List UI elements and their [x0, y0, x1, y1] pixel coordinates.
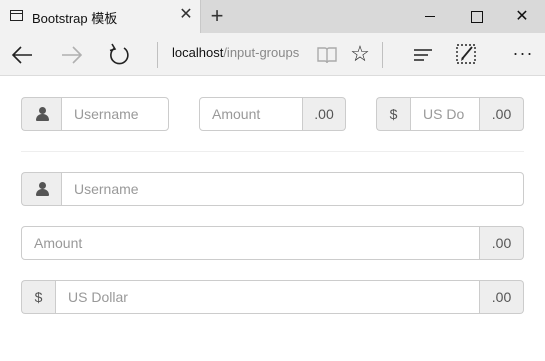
maximize-button[interactable]	[453, 0, 499, 33]
section-divider	[21, 151, 524, 152]
username-input-group	[21, 172, 524, 206]
url-path: /input-groups	[223, 45, 300, 60]
minimize-button[interactable]	[407, 0, 453, 33]
web-note-icon[interactable]	[454, 42, 478, 66]
window-close-button[interactable]: ✕	[499, 0, 545, 33]
reading-view-icon[interactable]	[315, 43, 339, 67]
more-menu-icon[interactable]: ···	[508, 39, 538, 67]
amount-input[interactable]	[21, 226, 480, 260]
decimal-addon: .00	[480, 280, 524, 314]
hub-icon[interactable]	[410, 43, 436, 67]
amount-input[interactable]	[199, 97, 303, 131]
amount-input-group-small: .00	[199, 97, 346, 131]
user-icon	[21, 97, 61, 131]
browser-tab[interactable]: Bootstrap 模板 ✕	[0, 0, 201, 33]
title-bar: Bootstrap 模板 ✕ + ✕	[0, 0, 545, 33]
url-host: localhost	[172, 45, 224, 60]
dollar-addon: $	[376, 97, 410, 131]
decimal-addon: .00	[480, 226, 524, 260]
toolbar-divider	[157, 42, 158, 68]
back-arrow-icon[interactable]	[8, 41, 38, 69]
username-input-group-small	[21, 97, 169, 131]
dollar-addon: $	[21, 280, 55, 314]
usd-input[interactable]	[410, 97, 480, 131]
page-icon	[10, 10, 23, 21]
tab-close-icon[interactable]: ✕	[178, 6, 194, 24]
user-icon	[21, 172, 61, 206]
usd-input-group: $ .00	[21, 280, 524, 314]
new-tab-button[interactable]: +	[206, 4, 228, 28]
tab-title: Bootstrap 模板	[32, 11, 118, 26]
usd-input[interactable]	[55, 280, 480, 314]
username-input[interactable]	[61, 97, 169, 131]
toolbar-divider	[382, 42, 383, 68]
refresh-icon[interactable]	[104, 41, 134, 69]
address-bar[interactable]: localhost/input-groups	[172, 45, 299, 60]
username-input[interactable]	[61, 172, 524, 206]
star-icon[interactable]: ☆	[347, 41, 373, 67]
navigation-bar: localhost/input-groups ☆ ···	[0, 33, 545, 76]
forward-arrow-icon[interactable]	[56, 41, 86, 69]
usd-input-group-small: $ .00	[376, 97, 524, 131]
amount-input-group: .00	[21, 226, 524, 260]
decimal-addon: .00	[303, 97, 346, 131]
decimal-addon: .00	[480, 97, 524, 131]
